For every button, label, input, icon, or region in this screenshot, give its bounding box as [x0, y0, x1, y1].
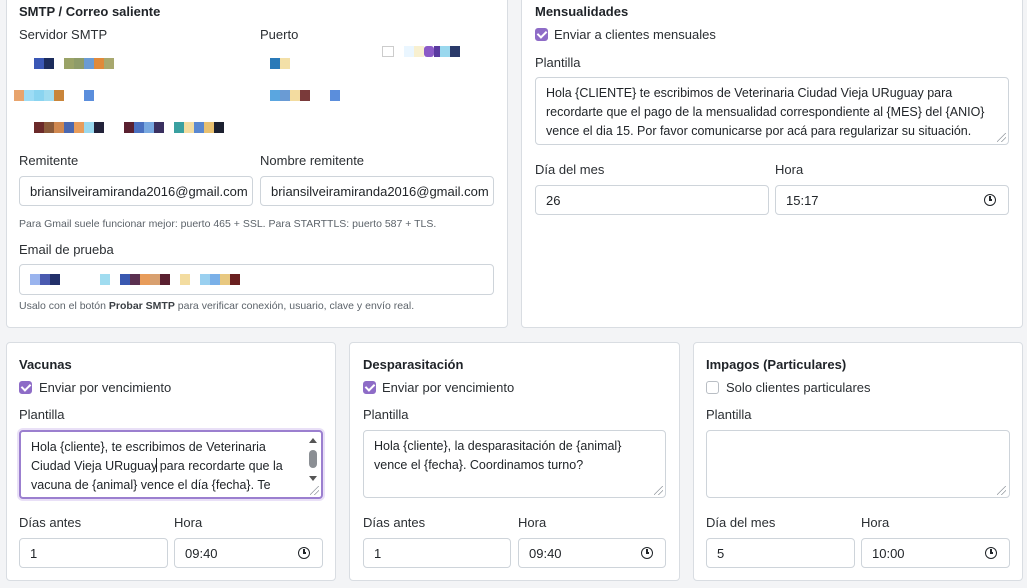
redacted-test-email: [30, 274, 240, 285]
impagos-template-label: Plantilla: [706, 407, 752, 422]
impagos-title: Impagos (Particulares): [706, 357, 847, 372]
test-hint-suffix: para verificar conexión, usuario, clave …: [174, 300, 415, 312]
gmail-hint: Para Gmail suele funcionar mejor: puerto…: [19, 218, 437, 230]
impagos-hour-input[interactable]: 10:00: [861, 538, 1010, 568]
desparasitacion-hour-value: 09:40: [529, 545, 562, 561]
vacunas-template-line3: vacuna de {animal} vence el día {fecha}.…: [31, 478, 271, 492]
mensualidades-day-label: Día del mes: [535, 162, 605, 177]
desparasitacion-send-label[interactable]: Enviar por vencimiento: [382, 380, 514, 395]
impagos-checkbox[interactable]: [706, 381, 719, 394]
sender-name-input[interactable]: briansilveiramiranda2016@gmail.com: [260, 176, 494, 206]
resize-grip[interactable]: [997, 486, 1006, 495]
resize-grip[interactable]: [654, 486, 663, 495]
desparasitacion-template-line2: vence el {fecha}. Coordinamos turno?: [374, 458, 584, 472]
mensualidades-template-label: Plantilla: [535, 55, 581, 70]
smtp-title: SMTP / Correo saliente: [19, 4, 161, 19]
mensualidades-template-line2: recordarte que el pago de la mensualidad…: [546, 105, 985, 119]
sender-name-label: Nombre remitente: [260, 153, 365, 168]
desparasitacion-days-input[interactable]: 1: [363, 538, 511, 568]
impagos-send-label[interactable]: Solo clientes particulares: [726, 380, 871, 395]
clock-icon[interactable]: [985, 547, 997, 559]
desparasitacion-days-label: Días antes: [363, 515, 426, 530]
vacunas-hour-input[interactable]: 09:40: [174, 538, 323, 568]
test-email-label: Email de prueba: [19, 242, 114, 257]
vacunas-template-label: Plantilla: [19, 407, 65, 422]
vacunas-hour-label: Hora: [174, 515, 203, 530]
clock-icon[interactable]: [298, 547, 310, 559]
desparasitacion-hour-label: Hora: [518, 515, 547, 530]
test-email-input[interactable]: [19, 264, 494, 295]
mensualidades-template-line1: Hola {CLIENTE} te escribimos de Veterina…: [546, 86, 953, 100]
mensualidades-hour-label: Hora: [775, 162, 804, 177]
textarea-scrollbar[interactable]: [307, 434, 319, 485]
mensualidades-hour-value: 15:17: [786, 192, 819, 208]
test-hint-button-name: Probar SMTP: [108, 300, 175, 312]
vacunas-days-label: Días antes: [19, 515, 82, 530]
desparasitacion-hour-input[interactable]: 09:40: [518, 538, 666, 568]
vacunas-template-line2a: Ciudad Vieja URuguay: [31, 459, 158, 473]
clock-icon[interactable]: [641, 547, 653, 559]
scroll-thumb[interactable]: [309, 450, 317, 468]
scroll-down-icon[interactable]: [309, 476, 317, 481]
mensualidades-template-textarea[interactable]: Hola {CLIENTE} te escribimos de Veterina…: [535, 77, 1009, 145]
impagos-template-textarea[interactable]: [706, 430, 1010, 498]
scroll-up-icon[interactable]: [309, 438, 317, 443]
mensualidades-checkbox[interactable]: [535, 28, 548, 41]
vacunas-template-line2: Ciudad Vieja URuguay para recordarte que…: [31, 457, 301, 476]
impagos-hour-value: 10:00: [872, 545, 905, 561]
impagos-day-label: Día del mes: [706, 515, 776, 530]
mensualidades-title: Mensualidades: [535, 4, 629, 19]
smtp-port-label: Puerto: [260, 27, 299, 42]
vacunas-hour-value: 09:40: [185, 545, 218, 561]
resize-grip[interactable]: [310, 486, 319, 495]
sender-input[interactable]: briansilveiramiranda2016@gmail.com: [19, 176, 253, 206]
redacted-smtp-credentials: [14, 44, 494, 140]
impagos-hour-label: Hora: [861, 515, 890, 530]
smtp-server-label: Servidor SMTP: [19, 27, 108, 42]
desparasitacion-template-textarea[interactable]: Hola {cliente}, la desparasitación de {a…: [363, 430, 666, 498]
test-hint-prefix: Usalo con el botón: [19, 300, 109, 312]
sender-label: Remitente: [19, 153, 79, 168]
desparasitacion-checkbox[interactable]: [363, 381, 376, 394]
resize-grip[interactable]: [997, 133, 1006, 142]
mensualidades-hour-input[interactable]: 15:17: [775, 185, 1009, 215]
vacunas-checkbox[interactable]: [19, 381, 32, 394]
test-hint: Usalo con el botón Probar SMTP para veri…: [19, 300, 414, 312]
desparasitacion-template-line1: Hola {cliente}, la desparasitación de {a…: [374, 439, 622, 453]
mensualidades-send-label[interactable]: Enviar a clientes mensuales: [554, 27, 716, 42]
clock-icon[interactable]: [984, 194, 996, 206]
vacunas-days-input[interactable]: 1: [19, 538, 168, 568]
desparasitacion-title: Desparasitación: [363, 357, 464, 372]
impagos-day-input[interactable]: 5: [706, 538, 855, 568]
vacunas-title: Vacunas: [19, 357, 72, 372]
vacunas-template-textarea[interactable]: Hola {cliente}, te escribimos de Veterin…: [19, 430, 323, 499]
vacunas-template-line2b: para recordarte que la: [156, 459, 283, 473]
vacunas-send-label[interactable]: Enviar por vencimiento: [39, 380, 171, 395]
mensualidades-template-line3: vence el dia 15. Por favor comunicarse p…: [546, 124, 972, 138]
desparasitacion-template-label: Plantilla: [363, 407, 409, 422]
mensualidades-day-input[interactable]: 26: [535, 185, 769, 215]
vacunas-template-line1: Hola {cliente}, te escribimos de Veterin…: [31, 440, 266, 454]
